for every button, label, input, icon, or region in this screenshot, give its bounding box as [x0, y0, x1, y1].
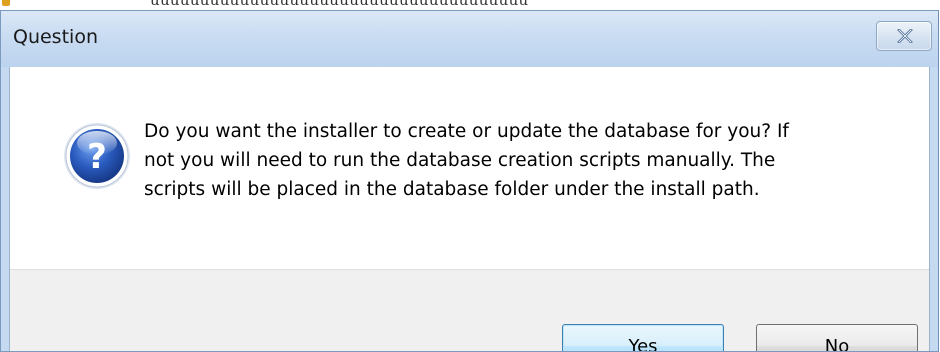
title-bar[interactable]: Question [1, 11, 938, 67]
dialog-message: Do you want the installer to create or u… [144, 117, 904, 204]
svg-text:?: ? [87, 137, 107, 177]
button-bar: Yes No [10, 269, 929, 351]
background-window-text: uuuuuuuuuuuuuuuuuuuuuuuuuuuuuuuuuuuuuu [150, 0, 529, 9]
yes-button[interactable]: Yes [562, 324, 724, 351]
no-button[interactable]: No [756, 324, 918, 351]
message-line: not you will need to run the database cr… [144, 150, 776, 171]
question-icon: ? [64, 123, 130, 189]
message-line: Do you want the installer to create or u… [144, 121, 789, 142]
dialog-title: Question [13, 26, 98, 48]
dialog-client-area: ? Do you want the installer to create or… [9, 67, 930, 351]
close-button[interactable] [876, 21, 932, 51]
close-icon [897, 29, 913, 43]
message-line: scripts will be placed in the database f… [144, 179, 760, 200]
background-window-strip: uuuuuuuuuuuuuuuuuuuuuuuuuuuuuuuuuuuuuu [0, 0, 940, 10]
background-app-icon [2, 0, 10, 6]
message-area: ? Do you want the installer to create or… [10, 67, 929, 269]
question-dialog: Question ? Do you want the installer to … [0, 10, 939, 352]
